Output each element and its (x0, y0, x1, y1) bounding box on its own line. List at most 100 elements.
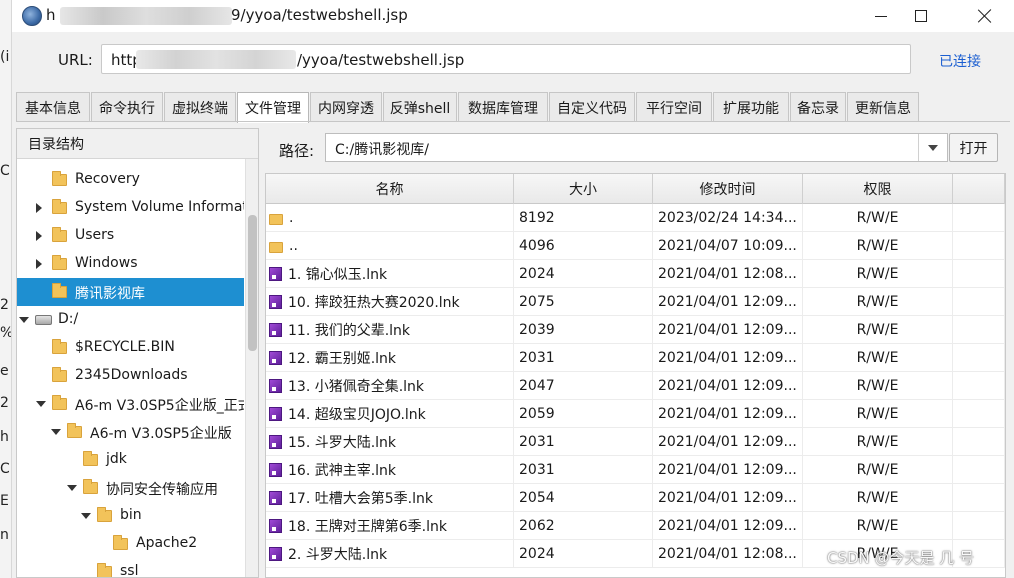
expand-right-icon[interactable] (36, 231, 42, 241)
expand-down-icon[interactable] (67, 485, 77, 491)
table-row[interactable]: 1. 锦心似玉.lnk 2024 2021/04/01 12:08... R/W/E (266, 260, 1005, 288)
redacted-host (60, 7, 232, 25)
expand-right-icon[interactable] (36, 203, 42, 213)
expand-right-icon[interactable] (36, 259, 42, 269)
tree-node-label: System Volume Information (75, 199, 244, 215)
window-title: 9/yyoa/testwebshell.jsp (231, 6, 408, 24)
tree-scrollbar-thumb[interactable] (248, 215, 257, 351)
tab-4[interactable]: 文件管理 (237, 92, 309, 123)
close-button[interactable] (962, 0, 1008, 32)
filler-cell (953, 204, 1005, 232)
tree-node-label: Users (75, 227, 115, 243)
tab-2[interactable]: 命令执行 (91, 92, 163, 122)
tree-node[interactable]: Windows (17, 250, 244, 278)
column-header-permissions[interactable]: 权限 (803, 174, 953, 204)
file-name-cell: 18. 王牌对王牌第6季.lnk (266, 512, 514, 540)
file-modified-time: 2023/02/24 14:34... (653, 204, 803, 232)
file-permissions: R/W/E (803, 372, 953, 400)
column-header-size[interactable]: 大小 (514, 174, 653, 204)
tree-node[interactable]: A6-m V3.0SP5企业版_正式版 (17, 390, 244, 418)
shortcut-icon (269, 547, 282, 561)
file-table: 名称 大小 修改时间 权限 . 8192 2023/02/24 14:34... R/… (265, 173, 1006, 578)
expand-down-icon[interactable] (51, 429, 61, 435)
tree-node[interactable]: 腾讯影视库 (17, 278, 244, 306)
file-name: 15. 斗罗大陆.lnk (288, 435, 397, 451)
file-modified-time: 2021/04/01 12:09... (653, 372, 803, 400)
folder-icon (52, 367, 67, 382)
tab-11[interactable]: 备忘录 (790, 92, 846, 122)
shortcut-icon (269, 351, 282, 365)
tab-3[interactable]: 虚拟终端 (164, 92, 236, 122)
table-row[interactable]: 15. 斗罗大陆.lnk 2031 2021/04/01 12:09... R/W/E (266, 428, 1005, 456)
tab-1[interactable]: 基本信息 (16, 92, 90, 122)
tab-12[interactable]: 更新信息 (847, 92, 919, 122)
table-row[interactable]: 16. 武神主宰.lnk 2031 2021/04/01 12:09... R/W/E (266, 456, 1005, 484)
path-dropdown-button[interactable] (918, 134, 947, 161)
tree-node-label: $RECYCLE.BIN (75, 339, 175, 355)
file-name-cell: 15. 斗罗大陆.lnk (266, 428, 514, 456)
tree-node[interactable]: Recovery (17, 166, 244, 194)
tree-node[interactable]: 2345Downloads (17, 362, 244, 390)
file-modified-time: 2021/04/07 10:09... (653, 232, 803, 260)
table-row[interactable]: 13. 小猪佩奇全集.lnk 2047 2021/04/01 12:09... R/W… (266, 372, 1005, 400)
background-text-fragment: 2 (0, 395, 9, 411)
shortcut-icon (269, 435, 282, 449)
folder-icon (97, 507, 112, 522)
tree-node-label: bin (120, 507, 142, 523)
expand-down-icon[interactable] (81, 513, 91, 519)
open-button[interactable]: 打开 (949, 133, 998, 162)
table-row[interactable]: . 8192 2023/02/24 14:34... R/W/E (266, 204, 1005, 232)
table-row[interactable]: 14. 超级宝贝JOJO.lnk 2059 2021/04/01 12:09... R… (266, 400, 1005, 428)
filler-cell (953, 344, 1005, 372)
file-permissions: R/W/E (803, 428, 953, 456)
file-name-cell: 14. 超级宝贝JOJO.lnk (266, 400, 514, 428)
maximize-button[interactable] (898, 0, 944, 32)
folder-icon (52, 255, 67, 270)
tree-node[interactable]: $RECYCLE.BIN (17, 334, 244, 362)
expand-down-icon[interactable] (36, 401, 46, 407)
filler-cell (953, 484, 1005, 512)
tab-bar: 基本信息 命令执行 虚拟终端 文件管理 内网穿透 反弹shell 数据库管理 自定义代码 平行空… (16, 92, 920, 123)
url-input[interactable]: http /yyoa/testwebshell.jsp (101, 44, 911, 74)
folder-icon (52, 339, 67, 354)
tab-7[interactable]: 数据库管理 (458, 92, 548, 122)
table-row[interactable]: 18. 王牌对王牌第6季.lnk 2062 2021/04/01 12:09... R… (266, 512, 1005, 540)
tree-node[interactable]: D:/ (17, 306, 244, 334)
tab-5[interactable]: 内网穿透 (310, 92, 382, 122)
table-row[interactable]: 11. 我们的父辈.lnk 2039 2021/04/01 12:09... R/W/… (266, 316, 1005, 344)
app-icon (22, 6, 42, 26)
expand-down-icon[interactable] (19, 317, 29, 323)
column-header-name[interactable]: 名称 (266, 174, 514, 204)
tree-node[interactable]: bin (17, 502, 244, 530)
tree-node[interactable]: ssl (17, 558, 244, 577)
tree-node[interactable]: A6-m V3.0SP5企业版 (17, 418, 244, 446)
tree-node[interactable]: Users (17, 222, 244, 250)
file-name: 11. 我们的父辈.lnk (288, 323, 411, 339)
folder-icon (52, 283, 67, 298)
table-row[interactable]: 17. 吐槽大会第5季.lnk 2054 2021/04/01 12:09... R/… (266, 484, 1005, 512)
path-combobox[interactable]: C:/腾讯影视库/ (325, 133, 948, 162)
tree-node[interactable]: Apache2 (17, 530, 244, 558)
tree-node[interactable]: System Volume Information (17, 194, 244, 222)
background-text-fragment: 2 (0, 297, 9, 313)
table-row[interactable]: 12. 霸王别姬.lnk 2031 2021/04/01 12:09... R/W/E (266, 344, 1005, 372)
background-text-fragment: C (0, 461, 10, 477)
file-name: 12. 霸王别姬.lnk (288, 351, 397, 367)
tree-node[interactable]: jdk (17, 446, 244, 474)
tree-scrollbar[interactable] (245, 159, 258, 577)
tree-node-label: 2345Downloads (75, 367, 188, 383)
file-name: 10. 摔跤狂热大赛2020.lnk (288, 295, 460, 311)
file-modified-time: 2021/04/01 12:09... (653, 400, 803, 428)
table-row[interactable]: .. 4096 2021/04/07 10:09... R/W/E (266, 232, 1005, 260)
tab-6[interactable]: 反弹shell (383, 92, 457, 122)
tab-10[interactable]: 扩展功能 (713, 92, 789, 122)
file-name: 18. 王牌对王牌第6季.lnk (288, 519, 447, 535)
tab-9[interactable]: 平行空间 (636, 92, 712, 122)
shortcut-icon (269, 463, 282, 477)
table-row[interactable]: 10. 摔跤狂热大赛2020.lnk 2075 2021/04/01 12:09..… (266, 288, 1005, 316)
tab-8[interactable]: 自定义代码 (549, 92, 635, 122)
maximize-icon (915, 10, 927, 22)
tree-node[interactable]: 协同安全传输应用 (17, 474, 244, 502)
title-bar: h 9/yyoa/testwebshell.jsp (12, 0, 1014, 32)
column-header-modified[interactable]: 修改时间 (653, 174, 803, 204)
